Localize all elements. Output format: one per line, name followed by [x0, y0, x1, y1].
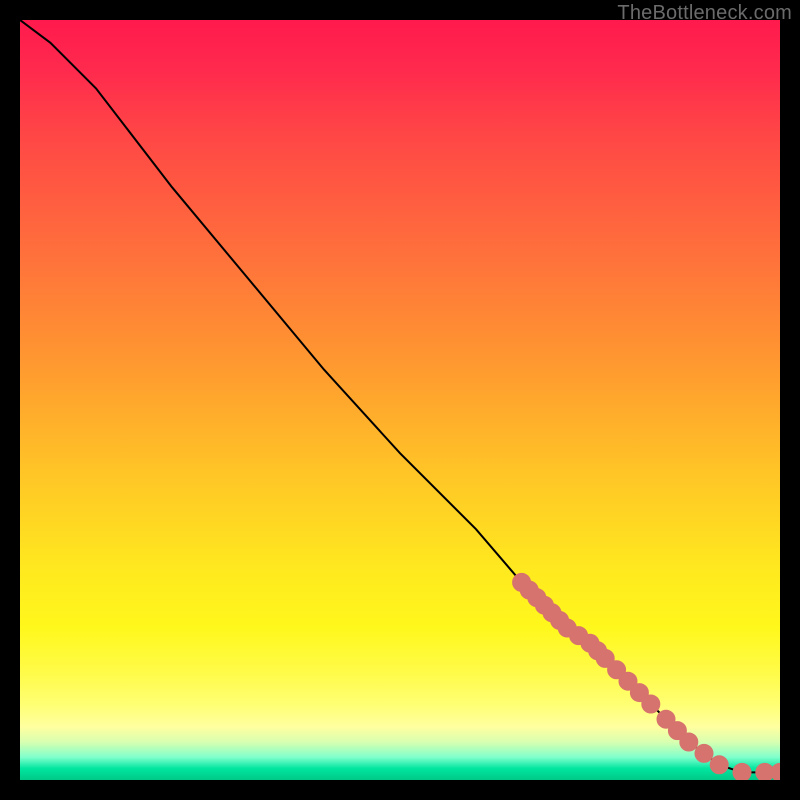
data-point-marker [695, 744, 713, 762]
data-point-marker [771, 763, 780, 780]
data-point-marker [642, 695, 660, 713]
data-point-marker [733, 763, 751, 780]
watermark-text: TheBottleneck.com [617, 2, 792, 25]
plot-area [20, 20, 780, 780]
bottleneck-curve [20, 20, 780, 772]
data-point-marker [710, 756, 728, 774]
chart-frame: TheBottleneck.com [0, 0, 800, 800]
data-point-marker [680, 733, 698, 751]
chart-svg [20, 20, 780, 780]
data-markers [513, 573, 780, 780]
